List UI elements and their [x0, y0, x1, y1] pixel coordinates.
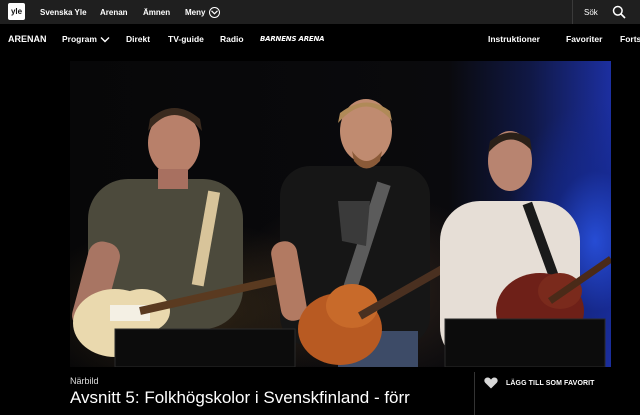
- music-stand-left: [114, 328, 296, 367]
- nav-direkt[interactable]: Direkt: [126, 24, 150, 54]
- video-player[interactable]: [70, 61, 611, 367]
- nav-program-label: Program: [62, 34, 97, 44]
- add-favorite-button[interactable]: LÄGG TILL SOM FAVORIT: [484, 377, 595, 389]
- topbar-divider: [572, 0, 573, 24]
- link-arenan[interactable]: Arenan: [100, 0, 128, 24]
- nav-favoriter[interactable]: Favoriter: [566, 24, 602, 54]
- nav-tv-guide[interactable]: TV-guide: [168, 24, 204, 54]
- heart-icon: [484, 377, 498, 389]
- link-svenska-yle[interactable]: Svenska Yle: [40, 0, 87, 24]
- nav-barnens-arena[interactable]: BARNENS ARENA: [260, 24, 325, 54]
- nav-instruktioner[interactable]: Instruktioner: [488, 24, 540, 54]
- chevron-down-icon: [100, 36, 110, 42]
- menu-label: Meny: [185, 7, 206, 17]
- add-favorite-label: LÄGG TILL SOM FAVORIT: [506, 379, 595, 387]
- nav-radio[interactable]: Radio: [220, 24, 244, 54]
- episode-title: Avsnitt 5: Folkhögskolor i Svenskfinland…: [70, 388, 410, 407]
- info-divider: [474, 372, 475, 415]
- menu-button[interactable]: Meny: [185, 0, 221, 24]
- search-label[interactable]: Sök: [584, 0, 598, 24]
- program-category: Närbild: [70, 376, 99, 386]
- video-frame-illustration: [72, 99, 611, 367]
- global-topbar: yle Svenska Yle Arenan Ämnen Meny Sök: [0, 0, 640, 24]
- music-stand-right: [444, 318, 606, 367]
- chevron-down-circle-icon: [209, 6, 221, 18]
- search-icon[interactable]: [612, 5, 626, 19]
- yle-logo[interactable]: yle: [8, 3, 25, 20]
- nav-fortsatt[interactable]: Forts: [620, 24, 640, 54]
- arenan-brand[interactable]: ARENAN: [8, 24, 47, 54]
- nav-program[interactable]: Program: [62, 24, 110, 54]
- link-amnen[interactable]: Ämnen: [143, 0, 170, 24]
- arena-navbar: ARENAN Program Direkt TV-guide Radio BAR…: [0, 24, 640, 54]
